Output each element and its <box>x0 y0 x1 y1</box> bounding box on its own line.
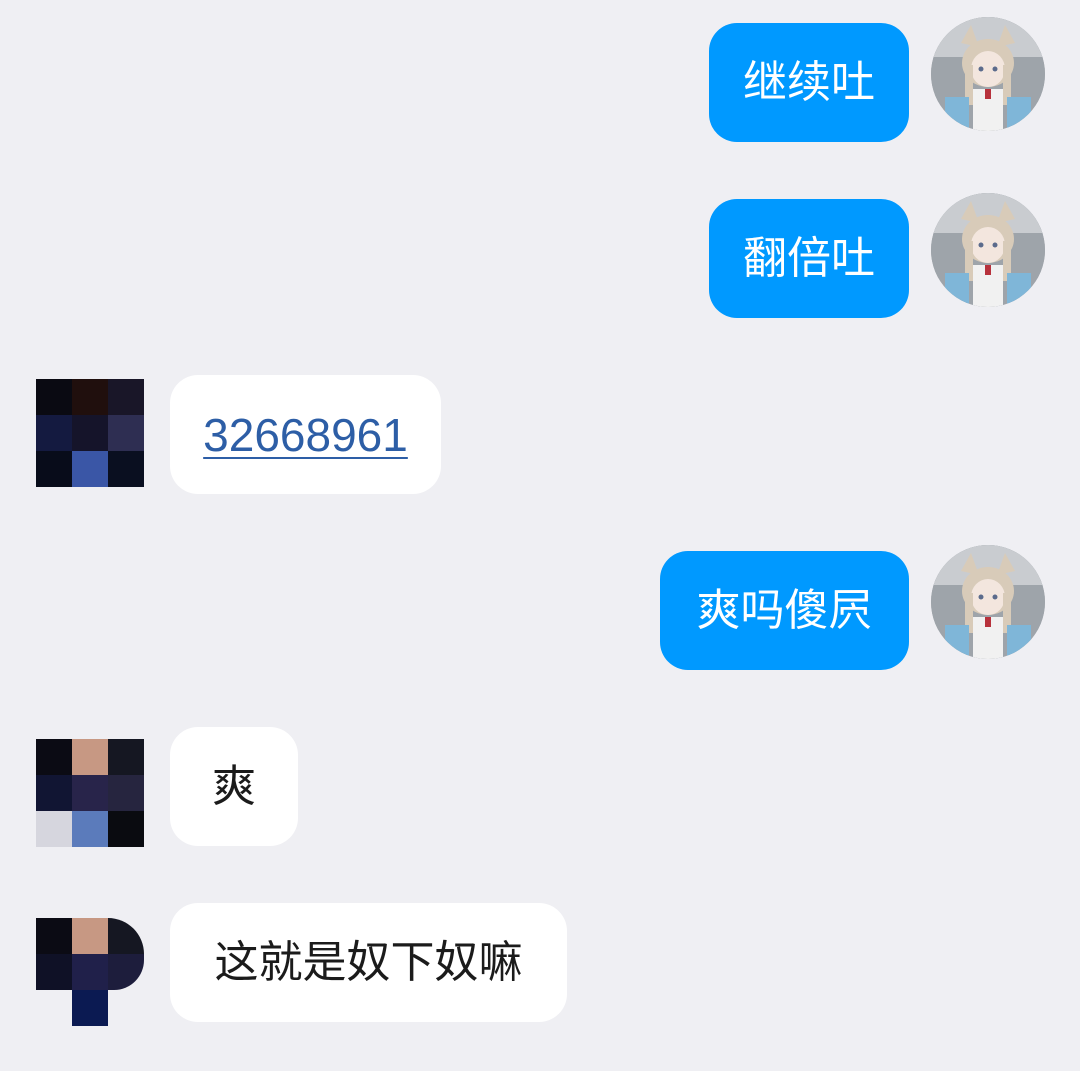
my-avatar-icon[interactable] <box>931 545 1045 659</box>
message-text: 爽吗傻屄 <box>696 584 873 636</box>
message-text: 翻倍吐 <box>743 232 875 284</box>
message-bubble-sent[interactable]: 继续吐 <box>709 23 909 142</box>
message-text: 爽 <box>212 760 256 812</box>
other-avatar-icon[interactable] <box>36 918 144 1026</box>
other-avatar-icon[interactable] <box>36 739 144 847</box>
message-bubble-sent[interactable]: 爽吗傻屄 <box>660 551 909 670</box>
chat-message-list: 继续吐 翻倍吐 32668961 爽吗傻屄 爽 这就是奴下奴嘛 <box>0 0 1080 1071</box>
message-link-text[interactable]: 32668961 <box>203 412 408 458</box>
message-bubble-received[interactable]: 爽 <box>170 727 298 846</box>
message-text: 继续吐 <box>743 56 875 108</box>
message-bubble-received[interactable]: 这就是奴下奴嘛 <box>170 903 567 1022</box>
my-avatar-icon[interactable] <box>931 17 1045 131</box>
message-bubble-sent[interactable]: 翻倍吐 <box>709 199 909 318</box>
other-avatar-icon[interactable] <box>36 379 144 487</box>
my-avatar-icon[interactable] <box>931 193 1045 307</box>
message-text: 这就是奴下奴嘛 <box>214 936 523 988</box>
message-bubble-received[interactable]: 32668961 <box>170 375 441 494</box>
